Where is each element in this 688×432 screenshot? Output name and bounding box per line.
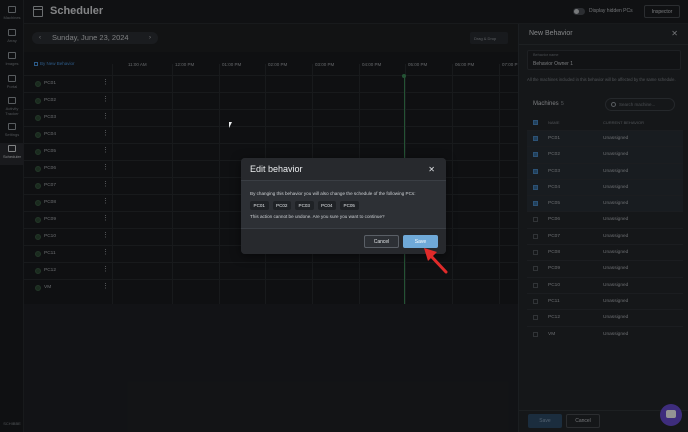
dialog-title: Edit behavior — [250, 164, 303, 174]
dialog-header: Edit behavior ✕ — [241, 158, 446, 181]
pc-chip: PC03 — [295, 201, 314, 210]
pc-chip: PC05 — [340, 201, 359, 210]
pc-chip: PC02 — [272, 201, 291, 210]
mouse-cursor-icon — [229, 122, 232, 128]
dialog-message: By changing this behavior you will also … — [250, 191, 416, 196]
close-icon[interactable]: ✕ — [428, 165, 435, 174]
affected-pcs-list: PC01 PC02 PC03 PC04 PC05 — [250, 201, 359, 210]
app-window: Machines Array Images Portal Activity Tr… — [0, 0, 688, 432]
pc-chip: PC04 — [317, 201, 336, 210]
dialog-cancel-button[interactable]: Cancel — [364, 235, 399, 248]
dialog-warning: This action cannot be undone. Are you su… — [250, 214, 385, 219]
edit-behavior-dialog: Edit behavior ✕ By changing this behavio… — [241, 158, 446, 254]
dialog-save-button[interactable]: Save — [403, 235, 438, 248]
pc-chip: PC01 — [250, 201, 269, 210]
